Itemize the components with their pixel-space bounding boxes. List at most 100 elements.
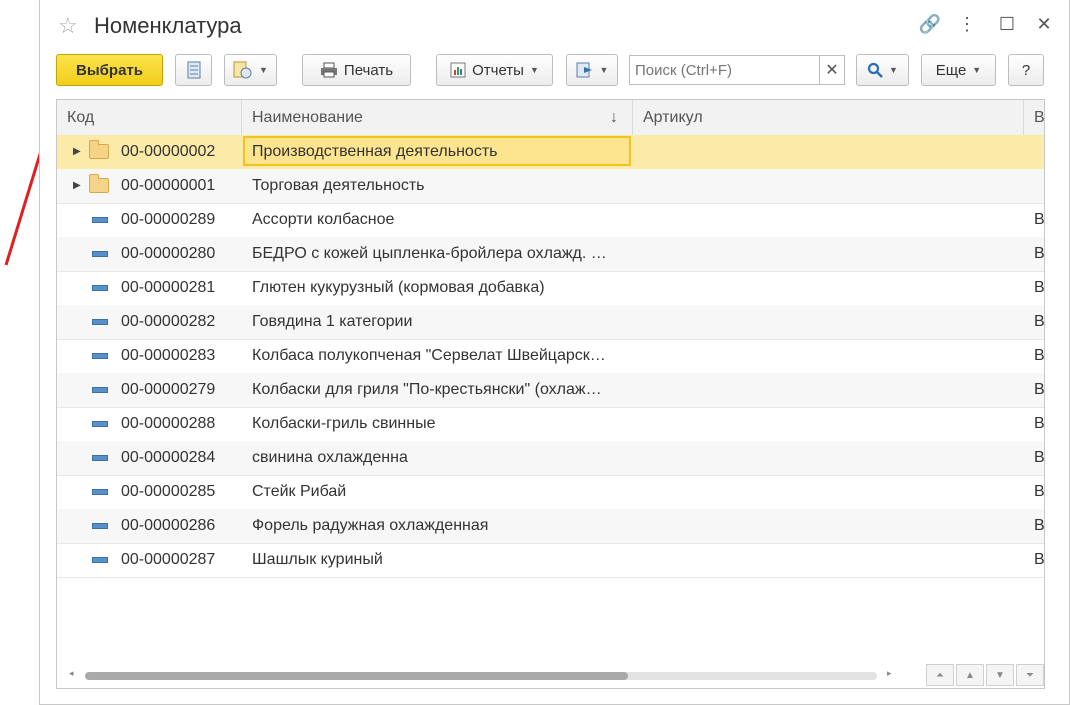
item-icon: [92, 557, 108, 563]
name-cell: свинина охлажденна: [252, 449, 408, 466]
transfer-icon: [576, 62, 592, 78]
item-icon: [92, 387, 108, 393]
article-cell: [643, 441, 1013, 474]
table-row[interactable]: 00-00000282 Говядина 1 категории В: [57, 305, 1044, 340]
table-row[interactable]: 00-00000284 свинина охлажденна В: [57, 441, 1044, 476]
name-cell: Колбаса полукопченая "Сервелат Швейцарск…: [252, 347, 606, 364]
table-row[interactable]: 00-00000283 Колбаса полукопченая "Сервела…: [57, 339, 1044, 374]
close-icon[interactable]: ✕: [1032, 14, 1056, 35]
find-button[interactable]: ▼: [856, 54, 909, 86]
scroll-to-top-icon[interactable]: ⏶: [926, 664, 954, 686]
favorite-star-icon[interactable]: ☆: [58, 13, 78, 39]
page-up-icon[interactable]: ▲: [956, 664, 984, 686]
extra-cell: В: [1034, 245, 1045, 262]
table-row[interactable]: ▶ 00-00000001 Торговая деятельность: [57, 169, 1044, 204]
search-icon: [867, 62, 883, 78]
exchange-button[interactable]: ▼: [566, 54, 618, 86]
column-header-article[interactable]: Артикул: [633, 100, 1024, 135]
create-document-button[interactable]: ▼: [224, 54, 277, 86]
code-cell: 00-00000283: [121, 347, 216, 364]
table-row[interactable]: 00-00000281 Глютен кукурузный (кормовая д…: [57, 271, 1044, 306]
code-cell: 00-00000287: [121, 551, 216, 568]
scroll-thumb[interactable]: [85, 672, 628, 680]
code-cell: 00-00000002: [121, 143, 216, 160]
toolbar: Выбрать ▼ Печать Отчеты ▼ ▼ Поиск (Ctrl+…: [40, 54, 1069, 88]
chevron-down-icon: ▼: [889, 65, 898, 75]
expand-arrow-icon[interactable]: ▶: [73, 135, 81, 168]
name-cell: Глютен кукурузный (кормовая добавка): [252, 279, 545, 296]
code-cell: 00-00000284: [121, 449, 216, 466]
search-field[interactable]: ✕: [629, 55, 845, 85]
clear-search-icon[interactable]: ✕: [819, 56, 844, 84]
code-cell: 00-00000280: [121, 245, 216, 262]
list-view-button[interactable]: [175, 54, 212, 86]
extra-cell: В: [1034, 449, 1045, 466]
more-menu-icon[interactable]: ⋮: [955, 14, 979, 35]
print-button[interactable]: Печать: [302, 54, 411, 86]
print-label: Печать: [343, 61, 394, 79]
item-icon: [92, 251, 108, 257]
table-row[interactable]: 00-00000288 Колбаски-гриль свинные В: [57, 407, 1044, 442]
sort-descending-icon: ↓: [610, 109, 618, 126]
code-cell: 00-00000001: [121, 177, 216, 194]
name-cell: Форель радужная охлажденная: [252, 517, 489, 534]
item-icon: [92, 421, 108, 427]
article-cell: [643, 543, 1013, 576]
item-icon: [92, 285, 108, 291]
scroll-track[interactable]: [85, 672, 877, 680]
table-row[interactable]: 00-00000289 Ассорти колбасное В: [57, 203, 1044, 238]
reports-button[interactable]: Отчеты ▼: [436, 54, 553, 86]
name-cell: Колбаски-гриль свинные: [252, 415, 436, 432]
column-header-name[interactable]: Наименование ↓: [242, 100, 633, 135]
maximize-icon[interactable]: ☐: [995, 14, 1019, 35]
code-cell: 00-00000282: [121, 313, 216, 330]
column-header-code[interactable]: Код: [57, 100, 242, 135]
extra-cell: В: [1034, 415, 1045, 432]
scroll-to-bottom-icon[interactable]: ⏷: [1016, 664, 1044, 686]
column-header-extra[interactable]: В: [1024, 100, 1044, 135]
name-cell: Колбаски для гриля "По-крестьянски" (охл…: [252, 381, 602, 398]
item-icon: [92, 353, 108, 359]
report-icon: [450, 62, 466, 78]
expand-arrow-icon[interactable]: ▶: [73, 169, 81, 202]
select-button[interactable]: Выбрать: [56, 54, 163, 86]
extra-cell: В: [1034, 381, 1045, 398]
table-row[interactable]: 00-00000280 БЕДРО с кожей цыпленка-бройле…: [57, 237, 1044, 272]
chevron-down-icon: ▼: [259, 65, 268, 75]
more-button[interactable]: Еще ▼: [921, 54, 996, 86]
scroll-right-icon[interactable]: ▸: [887, 668, 892, 679]
table-row[interactable]: ▶ 00-00000002 Производственная деятельност…: [57, 135, 1044, 170]
name-cell: Производственная деятельность: [252, 143, 498, 160]
article-cell: [643, 509, 1013, 542]
article-cell: [643, 373, 1013, 406]
article-cell: [643, 135, 1013, 168]
scroll-left-icon[interactable]: ◂: [69, 668, 74, 679]
help-label: ?: [1021, 61, 1031, 79]
article-cell: [643, 271, 1013, 304]
name-cell: Говядина 1 категории: [252, 313, 413, 330]
item-icon: [92, 455, 108, 461]
search-input[interactable]: [630, 60, 819, 80]
nomenclature-table[interactable]: Код Наименование ↓ Артикул В ▶ 00-0000000…: [56, 99, 1045, 689]
title-bar: ☆ Номенклатура 🔗 ⋮ ☐ ✕: [40, 0, 1069, 52]
catalog-window: ☆ Номенклатура 🔗 ⋮ ☐ ✕ Выбрать ▼ Печать …: [39, 0, 1070, 705]
extra-cell: В: [1034, 483, 1045, 500]
horizontal-scrollbar[interactable]: ◂ ▸ ⏶ ▲ ▼ ⏷: [57, 662, 1044, 688]
table-row[interactable]: 00-00000287 Шашлык куриный В: [57, 543, 1044, 578]
column-label: Наименование: [252, 109, 363, 126]
page-down-icon[interactable]: ▼: [986, 664, 1014, 686]
table-row[interactable]: 00-00000286 Форель радужная охлажденная В: [57, 509, 1044, 544]
table-row[interactable]: 00-00000285 Стейк Рибай В: [57, 475, 1044, 510]
chevron-down-icon: ▼: [599, 65, 609, 75]
help-button[interactable]: ?: [1008, 54, 1044, 86]
link-icon[interactable]: 🔗: [918, 14, 942, 35]
table-row[interactable]: 00-00000279 Колбаски для гриля "По-кресть…: [57, 373, 1044, 408]
code-cell: 00-00000285: [121, 483, 216, 500]
printer-icon: [320, 62, 337, 78]
table-header: Код Наименование ↓ Артикул В: [57, 100, 1044, 136]
reports-label: Отчеты: [472, 61, 524, 79]
more-label: Еще: [935, 61, 967, 79]
article-cell: [643, 203, 1013, 236]
column-label: Артикул: [643, 109, 703, 126]
select-label: Выбрать: [76, 61, 143, 79]
